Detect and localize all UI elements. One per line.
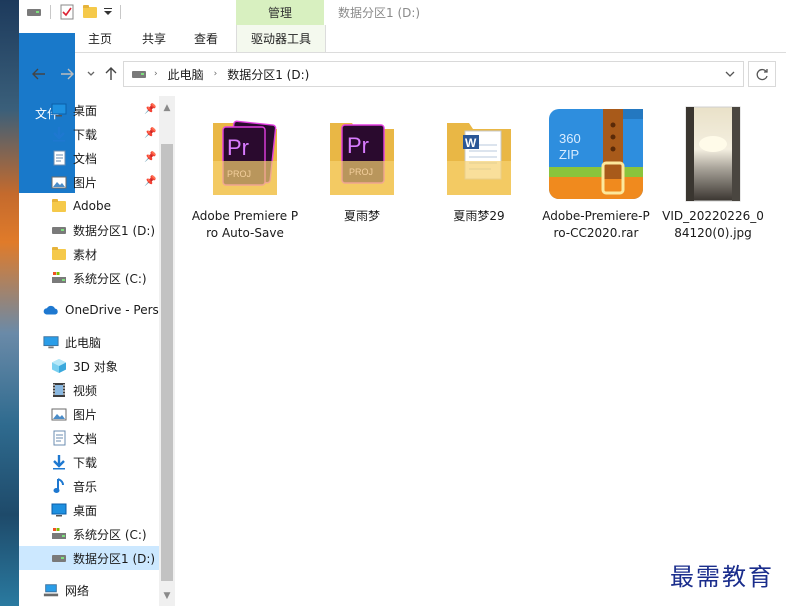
- breadcrumb-this-pc[interactable]: 此电脑: [168, 66, 204, 83]
- nav-music[interactable]: 音乐: [19, 474, 175, 498]
- tab-share[interactable]: 共享: [131, 25, 177, 52]
- nav-3d-objects[interactable]: 3D 对象: [19, 354, 175, 378]
- file-item[interactable]: Pr PROJ 夏雨梦: [306, 104, 418, 264]
- breadcrumb-separator-icon[interactable]: ›: [154, 69, 158, 79]
- nav-videos[interactable]: 视频: [19, 378, 175, 402]
- nav-onedrive[interactable]: OneDrive - Perso: [19, 298, 175, 322]
- drive-icon: [51, 222, 67, 238]
- nav-quick-drive-d[interactable]: 数据分区1 (D:): [19, 218, 175, 242]
- address-history-chevron-icon[interactable]: [725, 71, 735, 77]
- word-folder-icon: W: [429, 104, 529, 204]
- nav-quick-materials[interactable]: 素材: [19, 242, 175, 266]
- nav-desktop[interactable]: 桌面: [19, 498, 175, 522]
- premiere-folder-icon: Pr PROJ: [312, 104, 412, 204]
- nav-quick-downloads[interactable]: 下载 📌: [19, 122, 175, 146]
- document-icon: [51, 150, 67, 166]
- refresh-button[interactable]: [748, 61, 776, 87]
- pin-icon[interactable]: 📌: [144, 104, 156, 115]
- ribbon-tabs: 文件 主页 共享 查看 驱动器工具: [19, 25, 786, 193]
- pin-icon[interactable]: 📌: [144, 176, 156, 187]
- video-icon: [51, 382, 67, 398]
- window-title: 数据分区1 (D:): [338, 6, 421, 20]
- desktop-background: [0, 0, 19, 606]
- music-icon: [51, 478, 67, 494]
- download-icon: [51, 454, 67, 470]
- back-arrow-icon[interactable]: [29, 64, 49, 84]
- nav-documents[interactable]: 文档: [19, 426, 175, 450]
- network-icon: [43, 582, 59, 598]
- nav-drive-c[interactable]: 系统分区 (C:): [19, 522, 175, 546]
- picture-icon: [51, 406, 67, 422]
- file-item[interactable]: 360 ZIP Adobe-Premiere-Pro-CC2020.rar: [540, 104, 652, 264]
- drive-icon: [27, 3, 41, 21]
- drive-icon: [51, 550, 67, 566]
- nav-scrollbar-thumb[interactable]: [161, 144, 173, 581]
- document-icon: [51, 430, 67, 446]
- pin-icon[interactable]: 📌: [144, 152, 156, 163]
- folder-icon: [51, 246, 67, 262]
- file-name: Adobe Premiere Pro Auto-Save: [191, 209, 299, 240]
- explorer-window: 管理 数据分区1 (D:) 文件 主页 共享 查看 驱动器工具 › 此电脑 › …: [19, 0, 786, 606]
- recent-locations-chevron-icon[interactable]: [81, 64, 101, 84]
- pin-icon[interactable]: 📌: [144, 128, 156, 139]
- nav-downloads[interactable]: 下载: [19, 450, 175, 474]
- file-list: Pr PROJ Adobe Premiere Pro Auto-Save Pr …: [179, 96, 786, 606]
- 360zip-archive-icon: 360 ZIP: [546, 104, 646, 204]
- scroll-up-arrow-icon[interactable]: ▲: [159, 100, 175, 116]
- file-name: 夏雨梦29: [453, 209, 505, 223]
- nav-quick-adobe[interactable]: Adobe: [19, 194, 175, 218]
- nav-quick-desktop[interactable]: 桌面 📌: [19, 98, 175, 122]
- file-item[interactable]: W 夏雨梦29: [423, 104, 535, 264]
- file-name: Adobe-Premiere-Pro-CC2020.rar: [542, 209, 650, 240]
- tab-home[interactable]: 主页: [77, 25, 123, 52]
- breadcrumb-drive-d[interactable]: 数据分区1 (D:): [227, 66, 309, 83]
- nav-pictures[interactable]: 图片: [19, 402, 175, 426]
- svg-text:Pr: Pr: [347, 133, 369, 158]
- premiere-folder-icon: Pr PROJ: [195, 104, 295, 204]
- picture-icon: [51, 174, 67, 190]
- desktop-icon: [51, 102, 67, 118]
- forward-arrow-icon[interactable]: [57, 64, 77, 84]
- 3d-objects-icon: [51, 358, 67, 374]
- image-thumbnail-icon: [663, 104, 763, 204]
- properties-icon[interactable]: [60, 3, 74, 21]
- title-bar: 管理 数据分区1 (D:): [19, 0, 786, 25]
- context-tab-manage[interactable]: 管理: [236, 0, 324, 25]
- watermark-text: 最需教育: [670, 563, 774, 591]
- svg-text:360: 360: [559, 131, 581, 146]
- nav-network[interactable]: 网络: [19, 578, 175, 602]
- address-bar[interactable]: › 此电脑 › 数据分区1 (D:): [123, 61, 744, 87]
- address-row: › 此电脑 › 数据分区1 (D:): [19, 58, 786, 90]
- nav-quick-pictures[interactable]: 图片 📌: [19, 170, 175, 194]
- scroll-down-arrow-icon[interactable]: ▼: [159, 588, 175, 604]
- up-arrow-icon[interactable]: [101, 64, 121, 84]
- file-name: 夏雨梦: [343, 209, 380, 223]
- onedrive-cloud-icon: [43, 302, 59, 318]
- customize-toolbar-icon[interactable]: [103, 3, 113, 21]
- navigation-pane: 桌面 📌 下载 📌 文档 📌 图片 📌 Adobe 数据分区1 (D:) 素材 …: [19, 96, 175, 606]
- nav-this-pc[interactable]: 此电脑: [19, 330, 175, 354]
- desktop-icon: [51, 502, 67, 518]
- new-folder-icon[interactable]: [83, 3, 97, 21]
- file-name: VID_20220226_084120(0).jpg: [662, 209, 764, 240]
- file-item[interactable]: Pr PROJ Adobe Premiere Pro Auto-Save: [189, 104, 301, 264]
- svg-text:W: W: [465, 136, 477, 150]
- nav-quick-documents[interactable]: 文档 📌: [19, 146, 175, 170]
- download-icon: [51, 126, 67, 142]
- system-drive-icon: [51, 526, 67, 542]
- nav-quick-drive-c[interactable]: 系统分区 (C:): [19, 266, 175, 290]
- tab-drive-tools[interactable]: 驱动器工具: [236, 25, 326, 52]
- breadcrumb-separator-icon[interactable]: ›: [214, 69, 218, 79]
- file-item[interactable]: VID_20220226_084120(0).jpg: [657, 104, 769, 264]
- folder-icon: [51, 198, 67, 214]
- computer-icon: [43, 334, 59, 350]
- drive-icon: [132, 70, 146, 78]
- svg-text:Pr: Pr: [227, 135, 249, 160]
- nav-drive-d[interactable]: 数据分区1 (D:): [19, 546, 159, 570]
- system-drive-icon: [51, 270, 67, 286]
- refresh-icon: [756, 68, 768, 80]
- tab-view[interactable]: 查看: [183, 25, 229, 52]
- svg-text:ZIP: ZIP: [559, 147, 579, 162]
